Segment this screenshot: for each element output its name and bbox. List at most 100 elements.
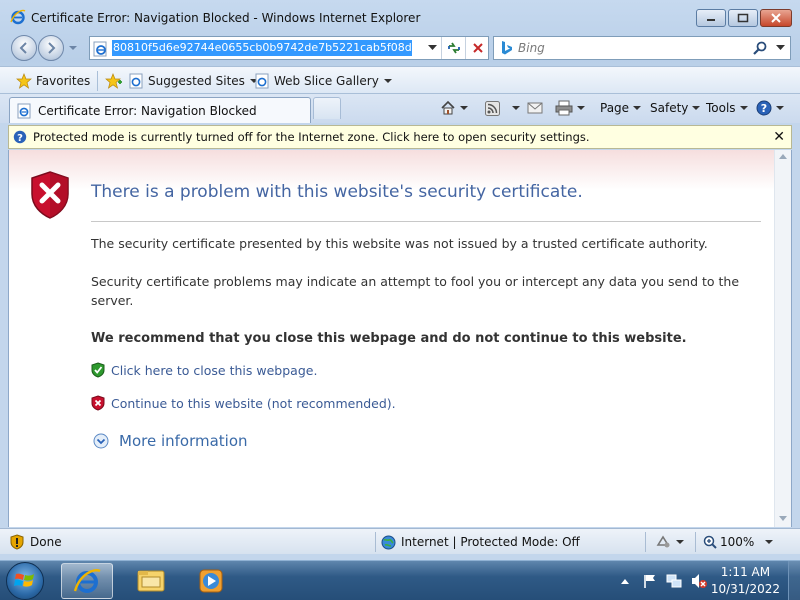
more-information-label: More information [119,432,248,450]
url-text[interactable]: 80810f5d6e92744e0655cb0b9742de7b5221cab5… [112,40,412,56]
help-icon: ? [756,100,772,116]
tab-row: Certificate Error: Navigation Blocked Pa… [0,94,800,123]
safety-filter-button[interactable] [655,533,684,551]
close-window-button[interactable] [760,9,792,27]
show-hidden-icons-icon[interactable] [620,577,630,585]
more-information-toggle[interactable]: More information [93,432,248,450]
page-content: There is a problem with this website's s… [8,150,792,527]
media-player-icon [199,569,223,593]
help-button[interactable]: ? [756,99,784,117]
read-mail-button[interactable] [527,99,543,117]
page-menu[interactable]: Page [600,99,642,117]
stop-icon [472,43,483,53]
network-icon[interactable] [666,573,682,589]
status-divider [695,532,696,552]
tab-certificate-error[interactable]: Certificate Error: Navigation Blocked [9,97,311,123]
ie-logo-icon [73,569,101,593]
action-center-flag-icon[interactable] [642,573,658,589]
scroll-up-arrow-icon[interactable] [779,154,787,159]
chevron-down-icon [765,540,773,544]
start-button[interactable] [6,562,44,600]
tab-label: Certificate Error: Navigation Blocked [38,103,257,118]
window-controls [694,9,792,27]
notification-area [620,571,708,591]
add-favorite-star-icon [105,73,122,89]
web-slice-icon [255,73,269,89]
page-heading: There is a problem with this website's s… [91,182,583,202]
title-bar: Certificate Error: Navigation Blocked - … [0,0,800,32]
chevron-down-icon [676,540,684,544]
new-tab-button[interactable] [313,97,341,119]
recent-pages-dropdown-icon[interactable] [68,44,78,52]
add-to-favorites-bar-button[interactable] [105,72,127,90]
zone-text: Internet | Protected Mode: Off [401,535,580,549]
stop-button[interactable] [465,37,489,59]
address-dropdown-button[interactable] [424,37,440,59]
maximize-button[interactable] [728,9,758,27]
ie-window: Certificate Error: Navigation Blocked - … [0,0,800,560]
back-button[interactable] [11,35,37,61]
home-button[interactable] [440,99,468,117]
information-bar[interactable]: ? Protected mode is currently turned off… [8,125,792,149]
continue-link-text[interactable]: Continue to this website (not recommende… [111,396,396,411]
chevron-down-icon [633,106,642,110]
chevron-down-icon [512,106,520,110]
taskbar-internet-explorer[interactable] [61,563,113,599]
maximize-icon [737,13,749,23]
continue-to-website-link[interactable]: Continue to this website (not recommende… [91,395,396,411]
green-shield-check-icon [91,362,105,378]
search-icon[interactable] [752,40,768,56]
chevron-down-icon [383,79,392,83]
close-webpage-link-text[interactable]: Click here to close this webpage. [111,363,317,378]
chevron-down-icon [577,106,585,110]
information-bar-close-button[interactable]: ✕ [773,129,785,145]
scroll-down-arrow-icon[interactable] [779,516,787,521]
page-menu-label: Page [600,101,630,115]
print-button[interactable] [555,99,585,117]
zoom-control[interactable]: 100% [703,533,754,551]
refresh-button[interactable] [441,37,465,59]
volume-muted-icon[interactable] [690,573,708,589]
search-options-dropdown-icon[interactable] [776,45,785,51]
globe-icon [381,535,396,549]
taskbar-media-player[interactable] [185,563,237,599]
tab-page-icon [17,103,31,118]
security-shield-icon: ? [13,130,27,144]
search-box[interactable]: Bing [493,36,791,60]
status-divider [375,532,376,552]
minimize-button[interactable] [696,9,726,27]
vertical-scrollbar[interactable] [774,150,791,527]
favorites-button[interactable]: Favorites [16,72,90,90]
red-shield-x-icon [31,171,69,219]
forward-button[interactable] [38,35,64,61]
window-title: Certificate Error: Navigation Blocked - … [31,11,421,25]
zoom-dropdown[interactable] [760,533,773,551]
rss-feed-icon [485,100,500,116]
taskbar: 1:11 AM 10/31/2022 [0,560,800,600]
feeds-button[interactable] [485,99,500,117]
address-bar[interactable]: 80810f5d6e92744e0655cb0b9742de7b5221cab5… [89,36,489,60]
web-slice-label: Web Slice Gallery [274,74,379,88]
svg-text:?: ? [17,133,23,144]
svg-text:?: ? [761,102,767,115]
system-clock[interactable]: 1:11 AM 10/31/2022 [711,564,780,598]
search-placeholder: Bing [518,41,545,55]
tools-menu[interactable]: Tools [706,99,748,117]
ie-logo-icon [10,9,26,25]
suggested-sites-link[interactable]: Suggested Sites [128,72,258,90]
clock-date: 10/31/2022 [710,582,780,596]
security-warning-paragraph: Security certificate problems may indica… [91,274,740,308]
printer-icon [555,100,573,116]
web-slice-gallery-link[interactable]: Web Slice Gallery [254,72,392,90]
close-webpage-link[interactable]: Click here to close this webpage. [91,362,317,378]
expand-chevron-icon [93,433,109,449]
heading-divider [91,221,761,222]
chevron-down-icon [692,106,701,110]
security-zone[interactable]: Internet | Protected Mode: Off [381,533,580,551]
favorites-separator [97,71,98,91]
show-desktop-button[interactable] [788,561,800,600]
feeds-dropdown[interactable] [508,99,520,117]
back-arrow-icon [19,42,27,54]
taskbar-windows-explorer[interactable] [125,563,177,599]
safety-menu[interactable]: Safety [650,99,701,117]
